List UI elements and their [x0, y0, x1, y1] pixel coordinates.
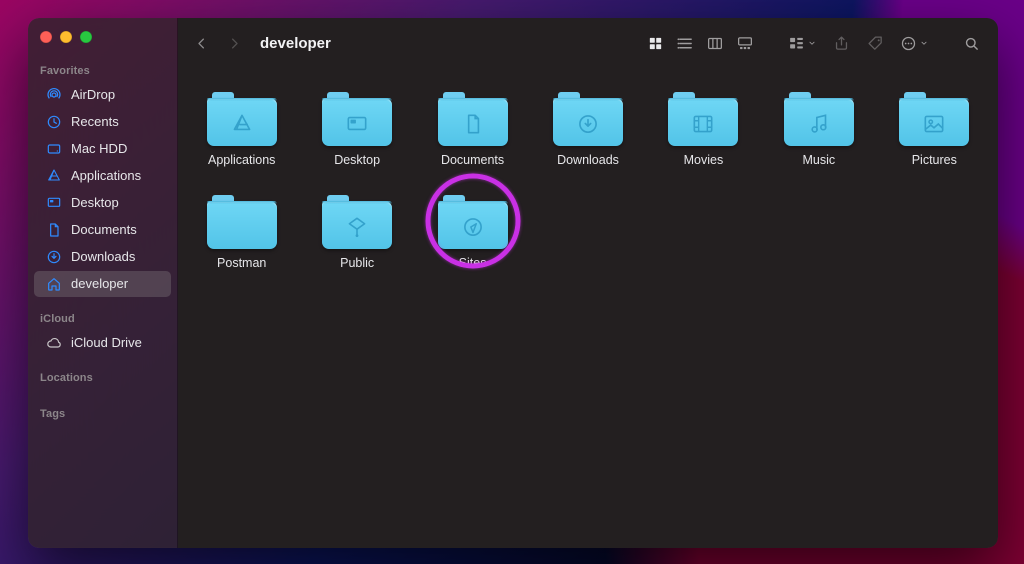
sidebar-item-label: iCloud Drive	[71, 334, 142, 352]
apps-glyph-icon	[229, 111, 255, 137]
folder-icon	[553, 92, 623, 146]
folder-icon	[207, 195, 277, 249]
folder-icon	[438, 195, 508, 249]
sidebar-item-label: Mac HDD	[71, 140, 127, 158]
sidebar: Favorites AirDrop Recents Mac HDD Applic…	[28, 18, 178, 548]
window-controls	[28, 31, 177, 59]
pictures-glyph-icon	[921, 111, 947, 137]
folder-label: Sites	[459, 256, 487, 270]
view-switcher	[640, 30, 760, 56]
sites-glyph-icon	[460, 214, 486, 240]
window-title: developer	[254, 35, 331, 52]
tags-button[interactable]	[860, 30, 890, 56]
sidebar-item-applications[interactable]: Applications	[34, 163, 171, 189]
zoom-button[interactable]	[80, 31, 92, 43]
close-button[interactable]	[40, 31, 52, 43]
folder-label: Applications	[208, 153, 275, 167]
movies-glyph-icon	[690, 111, 716, 137]
sidebar-section-locations: Locations	[28, 366, 177, 388]
folder-icon	[784, 92, 854, 146]
view-as-columns-button[interactable]	[700, 30, 730, 56]
sidebar-item-label: developer	[71, 275, 128, 293]
sidebar-item-airdrop[interactable]: AirDrop	[34, 82, 171, 108]
public-glyph-icon	[344, 214, 370, 240]
content-area: developer ApplicationsDesk	[178, 18, 998, 548]
sidebar-item-developer[interactable]: developer	[34, 271, 171, 297]
toolbar: developer	[178, 18, 998, 68]
sidebar-item-label: Downloads	[71, 248, 135, 266]
sidebar-item-mac-hdd[interactable]: Mac HDD	[34, 136, 171, 162]
folder-icon	[322, 92, 392, 146]
sidebar-item-downloads[interactable]: Downloads	[34, 244, 171, 270]
sidebar-item-documents[interactable]: Documents	[34, 217, 171, 243]
search-button[interactable]	[956, 30, 986, 56]
documents-glyph-icon	[460, 111, 486, 137]
action-menu-button[interactable]	[894, 30, 934, 56]
folder-item-movies[interactable]: Movies	[658, 92, 749, 167]
folder-label: Desktop	[334, 153, 380, 167]
folder-item-applications[interactable]: Applications	[196, 92, 287, 167]
folder-item-pictures[interactable]: Pictures	[889, 92, 980, 167]
folder-icon	[207, 92, 277, 146]
folder-label: Movies	[684, 153, 724, 167]
sidebar-section-tags: Tags	[28, 402, 177, 424]
back-button[interactable]	[194, 36, 209, 51]
folder-icon	[899, 92, 969, 146]
disk-icon	[46, 141, 62, 157]
folder-label: Music	[803, 153, 836, 167]
folder-label: Documents	[441, 153, 504, 167]
folder-item-music[interactable]: Music	[773, 92, 864, 167]
cloud-icon	[46, 335, 62, 351]
applications-icon	[46, 168, 62, 184]
folder-item-public[interactable]: Public	[311, 195, 402, 270]
folder-label: Public	[340, 256, 374, 270]
desktop-icon	[46, 195, 62, 211]
folder-icon	[438, 92, 508, 146]
folder-item-sites[interactable]: Sites	[427, 195, 518, 270]
folder-item-postman[interactable]: Postman	[196, 195, 287, 270]
sidebar-item-desktop[interactable]: Desktop	[34, 190, 171, 216]
folder-contents: Applications Desktop Documents Downloads Mov…	[178, 68, 998, 548]
folder-item-desktop[interactable]: Desktop	[311, 92, 402, 167]
home-icon	[46, 276, 62, 292]
downloads-glyph-icon	[575, 111, 601, 137]
recents-icon	[46, 114, 62, 130]
share-button[interactable]	[826, 30, 856, 56]
sidebar-item-label: Desktop	[71, 194, 119, 212]
desktop-glyph-icon	[344, 111, 370, 137]
sidebar-item-label: Documents	[71, 221, 137, 239]
folder-label: Downloads	[557, 153, 619, 167]
folder-item-documents[interactable]: Documents	[427, 92, 518, 167]
minimize-button[interactable]	[60, 31, 72, 43]
sidebar-item-recents[interactable]: Recents	[34, 109, 171, 135]
folder-item-downloads[interactable]: Downloads	[542, 92, 633, 167]
group-by-button[interactable]	[782, 30, 822, 56]
documents-icon	[46, 222, 62, 238]
view-as-list-button[interactable]	[670, 30, 700, 56]
view-as-icons-button[interactable]	[640, 30, 670, 56]
sidebar-section-icloud: iCloud	[28, 307, 177, 329]
folder-label: Pictures	[912, 153, 957, 167]
airdrop-icon	[46, 87, 62, 103]
sidebar-item-icloud-drive[interactable]: iCloud Drive	[34, 330, 171, 356]
downloads-icon	[46, 249, 62, 265]
folder-icon	[322, 195, 392, 249]
forward-button[interactable]	[227, 36, 242, 51]
sidebar-item-label: Recents	[71, 113, 119, 131]
sidebar-section-favorites: Favorites	[28, 59, 177, 81]
folder-label: Postman	[217, 256, 266, 270]
sidebar-item-label: AirDrop	[71, 86, 115, 104]
view-as-gallery-button[interactable]	[730, 30, 760, 56]
finder-window: Favorites AirDrop Recents Mac HDD Applic…	[28, 18, 998, 548]
sidebar-item-label: Applications	[71, 167, 141, 185]
music-glyph-icon	[806, 111, 832, 137]
folder-icon	[668, 92, 738, 146]
